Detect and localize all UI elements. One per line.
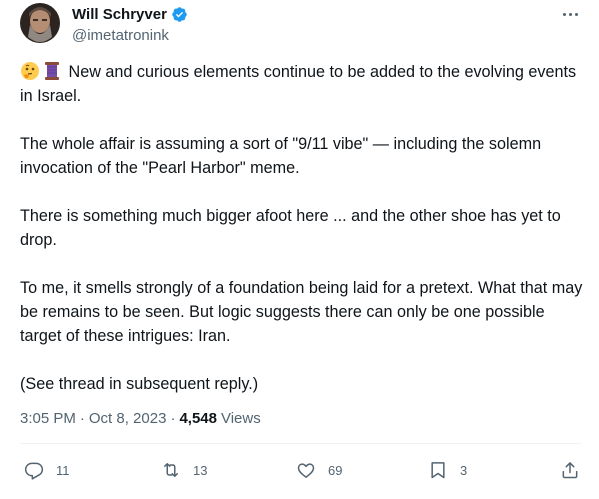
tweet-paragraph-1-text: New and curious elements continue to be … (20, 63, 577, 105)
bookmark-icon (431, 462, 445, 479)
more-options-icon[interactable] (555, 4, 585, 24)
heart-icon (297, 463, 315, 478)
views-label: Views (220, 410, 261, 427)
bookmark-button[interactable]: 3 (428, 455, 467, 485)
share-icon (562, 462, 578, 479)
meta-separator: · (170, 410, 176, 427)
divider (20, 443, 581, 444)
reply-count: 11 (56, 462, 70, 478)
action-bar: 11 13 69 3 (0, 455, 599, 485)
repost-button[interactable]: 13 (161, 455, 207, 485)
avatar[interactable] (20, 3, 60, 43)
spool-of-thread-emoji (42, 61, 62, 81)
tweet-paragraph: There is something much bigger afoot her… (20, 207, 561, 249)
tweet-paragraph: The whole affair is assuming a sort of "… (20, 135, 542, 177)
reply-icon (24, 462, 44, 480)
verified-badge-icon[interactable] (171, 6, 188, 23)
tweet-paragraph: New and curious elements continue to be … (20, 60, 590, 108)
avatar-image (20, 3, 60, 43)
meta-separator: · (79, 410, 85, 427)
tweet-meta: 3:05 PM · Oct 8, 2023 · 4,548 Views (20, 410, 261, 427)
like-count: 69 (328, 462, 343, 478)
tweet-paragraph: To me, it smells strongly of a foundatio… (20, 279, 583, 345)
author-display-name[interactable]: Will Schryver (72, 6, 167, 23)
author-handle[interactable]: @imetatronink (72, 27, 188, 44)
tweet-text: New and curious elements continue to be … (20, 60, 590, 396)
tweet-card: Will Schryver @imetatronink New and curi… (0, 0, 599, 499)
repost-count: 13 (193, 462, 208, 478)
views-count: 4,548 (179, 410, 217, 427)
tweet-time[interactable]: 3:05 PM (20, 410, 76, 427)
bookmark-count: 3 (460, 462, 468, 478)
thinking-face-emoji (20, 61, 40, 81)
author-block: Will Schryver @imetatronink (72, 5, 188, 44)
share-button[interactable] (560, 455, 580, 485)
tweet-paragraph: (See thread in subsequent reply.) (20, 375, 259, 393)
repost-icon (164, 463, 178, 477)
tweet-date[interactable]: Oct 8, 2023 (89, 410, 167, 427)
reply-button[interactable]: 11 (24, 455, 70, 485)
like-button[interactable]: 69 (296, 455, 342, 485)
